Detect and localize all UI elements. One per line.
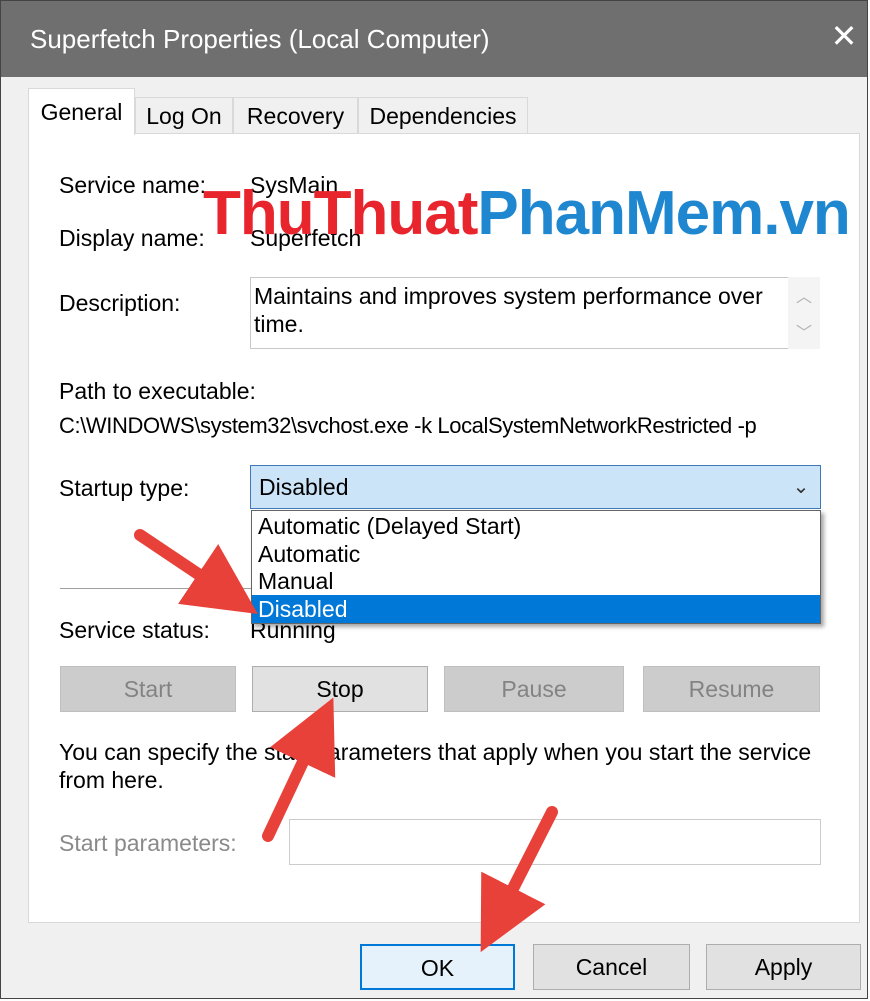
stop-button[interactable]: Stop [252, 666, 428, 712]
apply-button[interactable]: Apply [706, 944, 861, 990]
cancel-button[interactable]: Cancel [533, 944, 690, 990]
start-params-hint: You can specify the start parameters tha… [59, 739, 812, 793]
option-automatic-delayed[interactable]: Automatic (Delayed Start) [252, 512, 820, 540]
startup-type-value: Disabled [259, 474, 349, 500]
description-text: Maintains and improves system performanc… [254, 283, 763, 337]
display-name-label: Display name: [59, 225, 205, 251]
ok-button[interactable]: OK [360, 944, 515, 990]
watermark-logo: ThuThuatPhanMem.vn [203, 178, 851, 249]
pause-button[interactable]: Pause [444, 666, 624, 712]
tab-general[interactable]: General [28, 88, 135, 135]
service-status-label: Service status: [59, 617, 210, 643]
tab-recovery[interactable]: Recovery [233, 97, 358, 133]
watermark-part-1: ThuThuat [203, 179, 478, 248]
separator [60, 588, 260, 589]
scroll-up-icon[interactable]: ︿ [788, 283, 820, 307]
close-icon[interactable]: ✕ [826, 18, 862, 54]
scroll-down-icon[interactable]: ﹀ [788, 319, 820, 343]
startup-type-label: Startup type: [59, 475, 190, 501]
tab-dependencies[interactable]: Dependencies [358, 97, 528, 133]
option-automatic[interactable]: Automatic [252, 540, 820, 568]
path-value: C:\WINDOWS\system32\svchost.exe -k Local… [59, 413, 757, 438]
chevron-down-icon[interactable]: ⌄ [788, 472, 814, 502]
option-manual[interactable]: Manual [252, 567, 820, 595]
description-scrollbar[interactable]: ︿ ﹀ [788, 277, 820, 349]
start-params-input[interactable] [289, 819, 821, 865]
watermark-part-3: .vn [763, 179, 851, 248]
start-params-label: Start parameters: [59, 830, 237, 856]
tab-log-on[interactable]: Log On [135, 97, 233, 133]
service-name-label: Service name: [59, 172, 207, 198]
watermark-part-2: PhanMem [477, 179, 764, 248]
option-disabled[interactable]: Disabled [252, 595, 820, 623]
path-label: Path to executable: [59, 378, 256, 404]
description-label: Description: [59, 290, 181, 316]
window-title: Superfetch Properties (Local Computer) [30, 24, 490, 54]
resume-button[interactable]: Resume [643, 666, 820, 712]
startup-type-dropdown: Automatic (Delayed Start) Automatic Manu… [251, 510, 821, 624]
start-button[interactable]: Start [60, 666, 236, 712]
